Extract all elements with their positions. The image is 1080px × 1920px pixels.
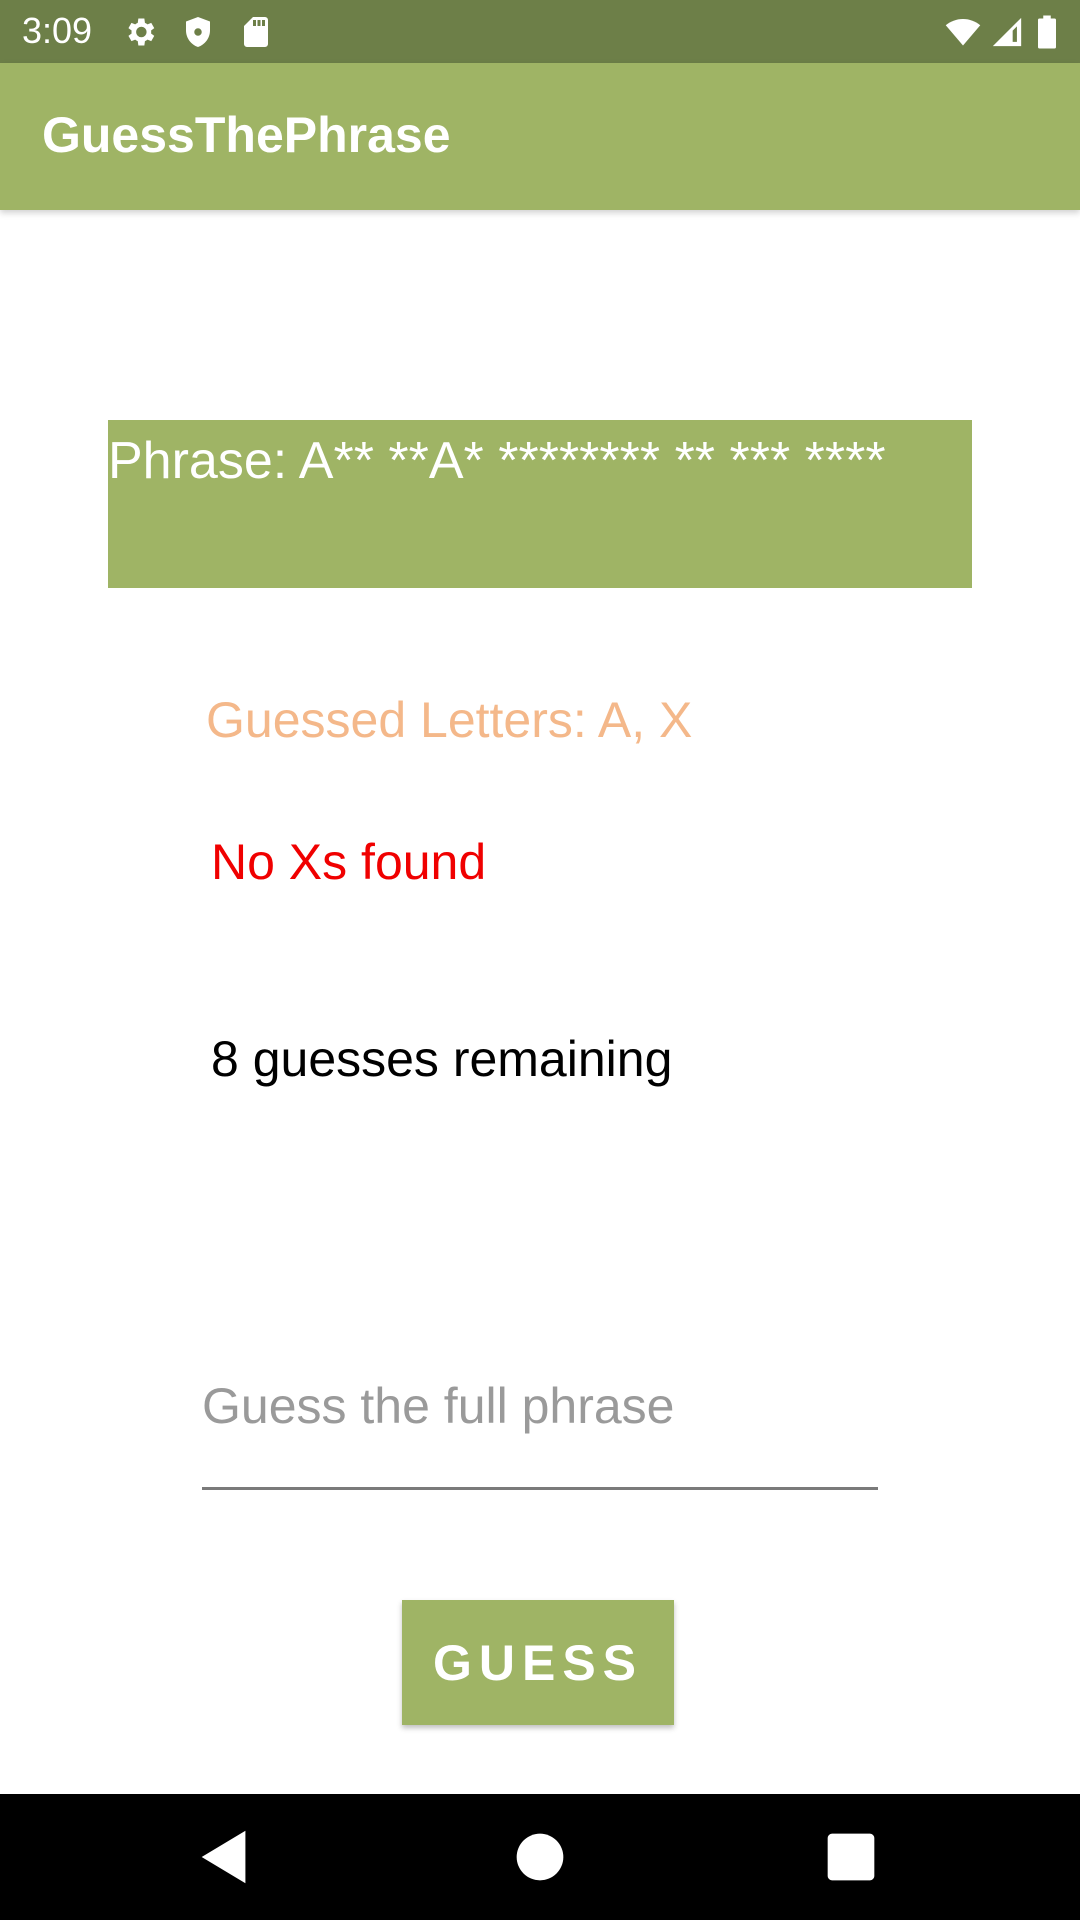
guess-button[interactable]: GUESS — [402, 1600, 674, 1725]
battery-icon — [1034, 14, 1060, 50]
navigation-bar — [0, 1794, 1080, 1920]
recents-icon[interactable] — [816, 1822, 886, 1892]
status-bar: 3:09 — [0, 0, 1080, 63]
shield-icon — [180, 14, 216, 50]
phrase-display-box: Phrase: A** **A* ******** ** *** **** — [108, 420, 972, 588]
guessed-letters-label: Guessed Letters: A, X — [206, 692, 693, 748]
result-message: No Xs found — [211, 834, 487, 890]
settings-gear-icon — [122, 14, 158, 50]
app-bar: GuessThePhrase — [0, 63, 1080, 210]
app-screen: 3:09 GuessThePhrase Phrase: A** **A* ***… — [0, 0, 1080, 1920]
sd-card-icon — [238, 14, 274, 50]
phrase-display-text: Phrase: A** **A* ******** ** *** **** — [108, 432, 886, 490]
status-time: 3:09 — [22, 10, 93, 51]
home-icon[interactable] — [505, 1822, 575, 1892]
app-title: GuessThePhrase — [42, 107, 451, 163]
back-icon[interactable] — [190, 1822, 260, 1892]
wifi-icon — [944, 14, 982, 50]
guesses-remaining-label: 8 guesses remaining — [211, 1031, 673, 1087]
cell-signal-icon — [990, 14, 1024, 50]
phrase-guess-input[interactable] — [202, 1325, 878, 1490]
